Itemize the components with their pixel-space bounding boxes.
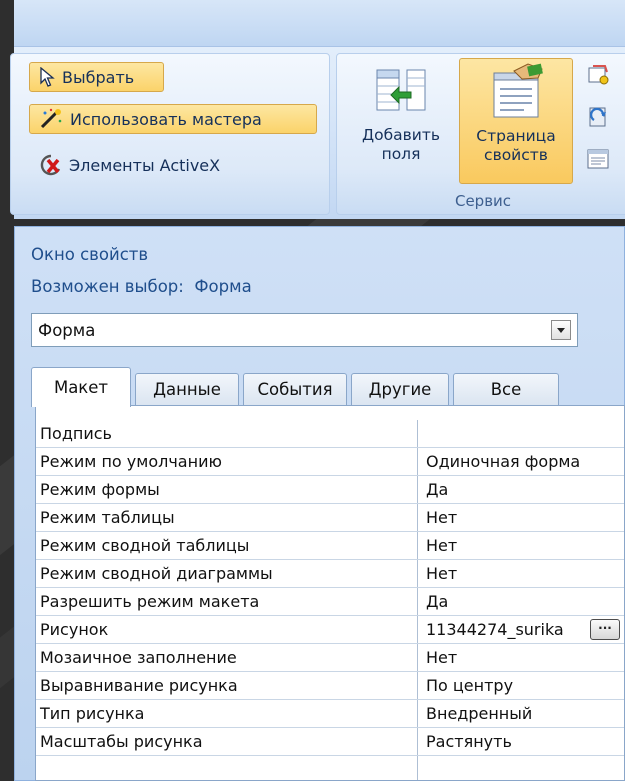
property-sheet-pane: Окно свойств Возможен выбор: Форма Форма… (14, 226, 625, 781)
add-fields-icon (376, 69, 426, 111)
property-value[interactable]: Нет (420, 644, 624, 671)
property-row[interactable]: Режим формы Да (36, 476, 624, 504)
property-row[interactable]: Рисунок 11344274_surika ··· (36, 616, 624, 644)
object-selector-combo[interactable]: Форма (31, 313, 578, 347)
tools-group: Добавить поля Страница свойств Сервис (336, 53, 625, 215)
controls-group: Выбрать Использовать мастера Элементы Ac… (10, 53, 330, 215)
property-row[interactable]: Режим таблицы Нет (36, 504, 624, 532)
select-button[interactable]: Выбрать (29, 62, 164, 92)
property-row[interactable]: Режим по умолчанию Одиночная форма (36, 448, 624, 476)
property-sheet-title: Окно свойств (31, 245, 149, 264)
property-value[interactable]: Растянуть (420, 728, 624, 755)
property-name: Подпись (38, 420, 418, 447)
ribbon-tab-strip (14, 0, 625, 46)
use-wizards-label: Использовать мастера (70, 109, 262, 129)
selection-type-value: Форма (194, 277, 252, 296)
property-value[interactable]: 11344274_surika (420, 616, 588, 643)
property-value[interactable]: Нет (420, 504, 624, 531)
property-value[interactable]: Одиночная форма (420, 448, 624, 475)
property-value[interactable]: Да (420, 588, 624, 615)
property-row[interactable]: Подпись (36, 420, 624, 448)
selection-type-label: Возможен выбор: (31, 277, 184, 296)
tools-group-caption: Сервис (454, 192, 512, 210)
property-name: Режим формы (38, 476, 418, 503)
property-sheet-label-1: Страница (476, 127, 556, 145)
use-wizards-button[interactable]: Использовать мастера (29, 104, 317, 134)
property-name: Режим по умолчанию (38, 448, 418, 475)
tab-label: Данные (153, 380, 221, 399)
build-ellipsis-button[interactable]: ··· (590, 619, 620, 640)
selection-type: Возможен выбор: Форма (31, 277, 252, 296)
activex-controls-button[interactable]: Элементы ActiveX (29, 150, 289, 180)
property-row (36, 756, 624, 780)
property-value[interactable] (420, 420, 624, 447)
property-sheet-icon (493, 63, 543, 118)
dropdown-arrow-icon[interactable] (551, 320, 571, 340)
property-name: Режим сводной таблицы (38, 532, 418, 559)
property-sheet-label-2: свойств (484, 146, 548, 165)
property-value[interactable]: Нет (420, 560, 624, 587)
property-row[interactable]: Выравнивание рисунка По центру (36, 672, 624, 700)
tab-label: Все (490, 380, 522, 399)
property-row[interactable]: Разрешить режим макета Да (36, 588, 624, 616)
add-fields-button[interactable]: Добавить поля (349, 62, 453, 180)
property-name: Мозаичное заполнение (38, 644, 418, 671)
object-selector-value: Форма (38, 320, 96, 340)
property-row[interactable]: Тип рисунка Внедренный (36, 700, 624, 728)
select-button-label: Выбрать (62, 67, 135, 87)
property-value[interactable]: По центру (420, 672, 624, 699)
property-value[interactable]: Да (420, 476, 624, 503)
refresh-icon[interactable] (585, 104, 611, 130)
tab-all[interactable]: Все (453, 373, 559, 405)
cursor-arrow-icon (40, 67, 55, 87)
property-name: Тип рисунка (38, 700, 418, 727)
property-value[interactable]: Нет (420, 532, 624, 559)
property-name: Режим таблицы (38, 504, 418, 531)
activex-controls-label: Элементы ActiveX (69, 155, 221, 175)
property-name: Рисунок (38, 616, 418, 643)
property-row[interactable]: Режим сводной таблицы Нет (36, 532, 624, 560)
property-name: Разрешить режим макета (38, 588, 418, 615)
tab-order-icon[interactable] (585, 62, 611, 88)
tab-events[interactable]: События (243, 373, 347, 405)
property-name: Выравнивание рисунка (38, 672, 418, 699)
property-grid: Подпись Режим по умолчанию Одиночная фор… (35, 405, 625, 781)
magic-wand-icon (40, 108, 62, 129)
ribbon: Выбрать Использовать мастера Элементы Ac… (10, 46, 625, 219)
tab-label: События (257, 380, 333, 399)
activex-icon (40, 154, 61, 176)
property-value[interactable]: Внедренный (420, 700, 624, 727)
code-view-icon[interactable] (585, 146, 611, 172)
add-fields-label-2: поля (381, 145, 421, 164)
property-row[interactable]: Мозаичное заполнение Нет (36, 644, 624, 672)
property-row[interactable]: Масштабы рисунка Растянуть (36, 728, 624, 756)
tab-label: Макет (53, 378, 109, 397)
property-row[interactable]: Режим сводной диаграммы Нет (36, 560, 624, 588)
add-fields-label-1: Добавить (361, 126, 441, 144)
property-name: Масштабы рисунка (38, 728, 418, 755)
tab-data[interactable]: Данные (135, 373, 239, 405)
property-name (38, 756, 418, 780)
property-sheet-button[interactable]: Страница свойств (459, 58, 573, 184)
tab-other[interactable]: Другие (351, 373, 449, 405)
tab-layout[interactable]: Макет (31, 367, 131, 407)
property-name: Режим сводной диаграммы (38, 560, 418, 587)
tab-label: Другие (368, 380, 432, 399)
